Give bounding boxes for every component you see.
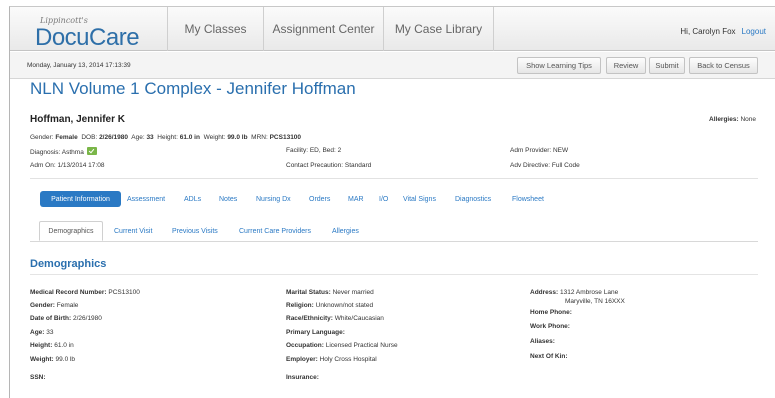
tab-patient-information[interactable]: Patient Information: [40, 191, 121, 207]
field-ssn: SSN:: [30, 374, 46, 381]
user-area: Hi, Carolyn Fox Logout: [680, 27, 766, 36]
submit-button[interactable]: Submit: [649, 57, 685, 74]
tab-adls[interactable]: ADLs: [184, 191, 201, 207]
tab-nursing-dx[interactable]: Nursing Dx: [256, 191, 291, 207]
nav-tab-my-classes[interactable]: My Classes: [168, 7, 264, 51]
tab-orders[interactable]: Orders: [309, 191, 330, 207]
divider: [30, 178, 758, 179]
field-medical-record-number: Medical Record Number: PCS13100: [30, 289, 140, 296]
facility: Facility: ED, Bed: 2: [286, 147, 342, 154]
field-address: Address: 1312 Ambrose Lane: [530, 289, 619, 296]
diagnosis-check-icon[interactable]: [86, 147, 97, 155]
section-divider: [30, 274, 758, 275]
tab-notes[interactable]: Notes: [219, 191, 237, 207]
subtab-previous-visits[interactable]: Previous Visits: [172, 221, 218, 241]
nav-tab-my-case-library[interactable]: My Case Library: [384, 7, 494, 51]
field-aliases: Aliases:: [530, 338, 555, 345]
logo[interactable]: Lippincott's DocuCare: [10, 7, 168, 51]
logout-link[interactable]: Logout: [742, 27, 766, 36]
field-age: Age: 33: [30, 329, 54, 336]
field-work-phone: Work Phone:: [530, 323, 570, 330]
contact-precaution: Contact Precaution: Standard: [286, 162, 372, 169]
section-title: Demographics: [30, 258, 107, 270]
page-title: NLN Volume 1 Complex - Jennifer Hoffman: [30, 79, 356, 98]
subtab-underline: [30, 241, 758, 242]
field-next-of-kin: Next Of Kin:: [530, 353, 568, 360]
adm-on: Adm On: 1/13/2014 17:08: [30, 162, 105, 169]
field-religion: Religion: Unknown/not stated: [286, 302, 374, 309]
subtab-demographics[interactable]: Demographics: [39, 221, 103, 241]
tab-flowsheet[interactable]: Flowsheet: [512, 191, 544, 207]
field-marital-status: Marital Status: Never married: [286, 289, 374, 296]
field-occupation: Occupation: Licensed Practical Nurse: [286, 342, 398, 349]
field-race-ethnicity: Race/Ethnicity: White/Caucasian: [286, 315, 384, 322]
field-address-line-2: Maryville, TN 16XXX: [565, 298, 625, 305]
current-datetime: Monday, January 13, 2014 17:13:39: [27, 62, 131, 69]
tab-vital-signs[interactable]: Vital Signs: [403, 191, 436, 207]
subtab-current-visit[interactable]: Current Visit: [114, 221, 152, 241]
field-weight: Weight: 99.0 lb: [30, 356, 76, 363]
patient-vitals-summary: Gender: Female DOB: 2/26/1980 Age: 33 He…: [30, 134, 302, 141]
diagnosis: Diagnosis: Asthma: [30, 147, 97, 156]
field-employer: Employer: Holy Cross Hospital: [286, 356, 377, 363]
patient-allergies: Allergies: None: [709, 116, 756, 123]
field-height: Height: 61.0 in: [30, 342, 74, 349]
tab-assessment[interactable]: Assessment: [127, 191, 165, 207]
field-gender: Gender: Female: [30, 302, 79, 309]
review-button[interactable]: Review: [606, 57, 646, 74]
sub-toolbar: Monday, January 13, 2014 17:13:39 Show L…: [10, 52, 775, 79]
field-home-phone: Home Phone:: [530, 309, 572, 316]
subtab-allergies[interactable]: Allergies: [332, 221, 359, 241]
field-primary-language: Primary Language:: [286, 329, 345, 336]
nav-tab-assignment-center[interactable]: Assignment Center: [264, 7, 384, 51]
tab-mar[interactable]: MAR: [348, 191, 364, 207]
patient-name: Hoffman, Jennifer K: [30, 114, 126, 125]
show-learning-tips-button[interactable]: Show Learning Tips: [517, 57, 601, 74]
field-date-of-birth: Date of Birth: 2/26/1980: [30, 315, 102, 322]
user-greeting: Hi, Carolyn Fox: [680, 27, 736, 36]
tab-diagnostics[interactable]: Diagnostics: [455, 191, 491, 207]
adm-provider: Adm Provider: NEW: [510, 147, 569, 154]
logo-title: DocuCare: [35, 24, 140, 51]
top-nav: Lippincott's DocuCare My Classes Assignm…: [10, 7, 775, 51]
field-insurance: Insurance:: [286, 374, 319, 381]
back-to-census-button[interactable]: Back to Census: [689, 57, 758, 74]
tab-io[interactable]: I/O: [379, 191, 388, 207]
subtab-current-care-providers[interactable]: Current Care Providers: [239, 221, 311, 241]
adv-directive: Adv Directive: Full Code: [510, 162, 580, 169]
app-frame: Lippincott's DocuCare My Classes Assignm…: [9, 6, 775, 398]
